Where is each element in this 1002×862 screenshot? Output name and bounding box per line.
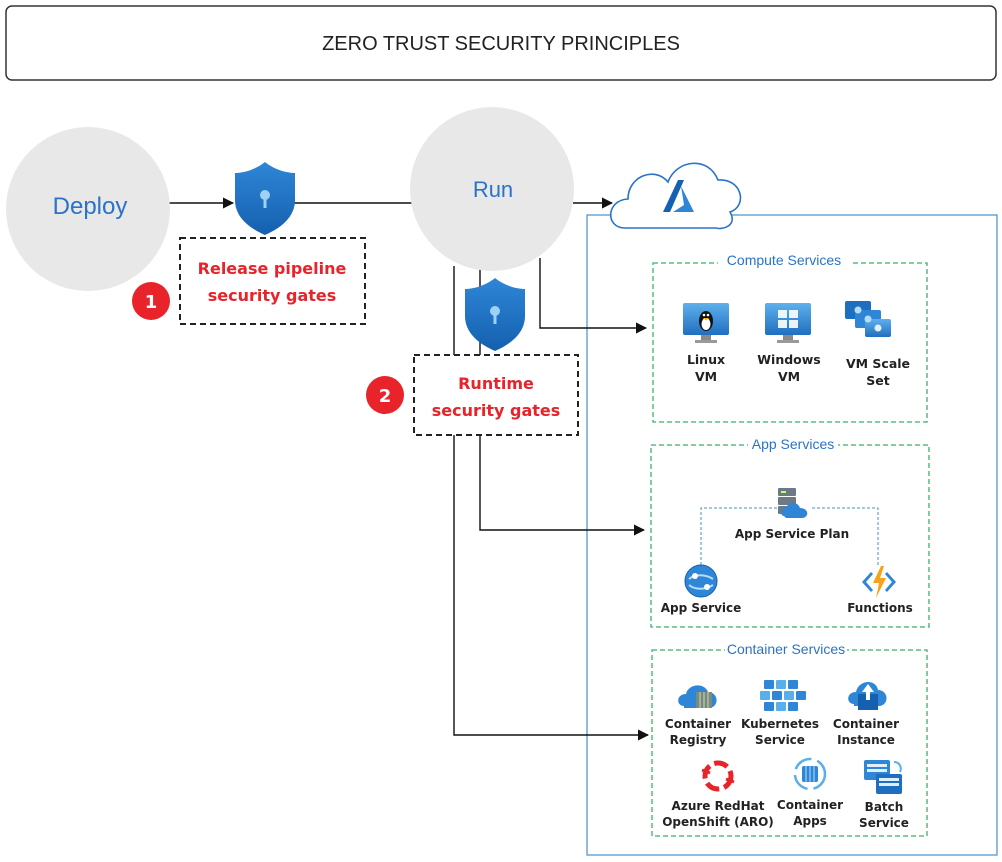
run-label: Run [473, 177, 513, 202]
aro-label-line2: OpenShift (ARO) [662, 815, 774, 829]
batch-service-label-line1: Batch [865, 800, 904, 814]
compute-services-title: Compute Services [727, 252, 841, 268]
run-node: Run [410, 107, 574, 271]
container-registry-icon [678, 685, 717, 708]
vm-scale-set-label-line2: Set [866, 373, 889, 388]
deploy-node: Deploy [6, 127, 170, 291]
runtime-gate-line2: security gates [432, 401, 561, 420]
container-apps-label-line2: Apps [793, 814, 827, 828]
app-service-plan-label: App Service Plan [735, 527, 849, 541]
container-registry-label-line1: Container [665, 717, 731, 731]
run-to-compute-arrow [539, 258, 648, 334]
release-pipeline-gate: Release pipeline security gates 1 [132, 237, 366, 325]
windows-vm-icon [765, 303, 811, 343]
aro-label-line1: Azure RedHat [672, 799, 765, 813]
app-services-title: App Services [752, 436, 834, 452]
container-instance-label-line1: Container [833, 717, 899, 731]
page-title: ZERO TRUST SECURITY PRINCIPLES [322, 33, 680, 55]
vm-scale-set-icon [845, 301, 891, 337]
app-service-plan-icon [778, 488, 808, 518]
kubernetes-service-label-line1: Kubernetes [741, 717, 819, 731]
container-services-group: Container Services Container Registry Ku… [651, 640, 928, 837]
title-box: ZERO TRUST SECURITY PRINCIPLES [5, 5, 997, 81]
app-service-icon [684, 564, 718, 598]
shield-icon [235, 162, 295, 235]
container-instance-label-line2: Instance [837, 733, 895, 747]
azure-redhat-openshift-icon [701, 760, 735, 792]
container-services-title: Container Services [727, 641, 845, 657]
kubernetes-service-icon [760, 680, 806, 711]
batch-service-label-line2: Service [859, 816, 909, 830]
functions-icon [862, 566, 896, 598]
runtime-gate: Runtime security gates 2 [366, 354, 579, 436]
kubernetes-service-label-line2: Service [755, 733, 805, 747]
batch-service-icon [864, 760, 902, 794]
container-apps-label-line1: Container [777, 798, 843, 812]
linux-vm-icon [683, 303, 729, 343]
windows-vm-label-line2: VM [778, 369, 800, 384]
step-number-1: 1 [145, 292, 158, 313]
windows-vm-label-line1: Windows [757, 352, 821, 367]
app-services-group: App Services App Service Plan App Servic… [650, 435, 930, 628]
zero-trust-diagram: ZERO TRUST SECURITY PRINCIPLES Deploy Ru… [5, 5, 998, 856]
app-service-label: App Service [661, 601, 742, 615]
container-instance-icon [848, 681, 887, 710]
vm-scale-set-label-line1: VM Scale [846, 356, 910, 371]
azure-cloud-icon [609, 162, 742, 230]
linux-vm-label-line2: VM [695, 369, 717, 384]
compute-services-group: Compute Services Linux VM Windows VM VM … [652, 250, 928, 423]
release-gate-line2: security gates [208, 286, 337, 305]
container-registry-label-line2: Registry [670, 733, 727, 747]
shield-icon [465, 278, 525, 351]
functions-label: Functions [847, 601, 913, 615]
container-apps-icon [793, 757, 827, 791]
step-number-2: 2 [379, 386, 392, 407]
runtime-gate-line1: Runtime [458, 374, 534, 393]
linux-vm-label-line1: Linux [687, 352, 725, 367]
deploy-label: Deploy [53, 193, 128, 220]
release-gate-line1: Release pipeline [198, 259, 347, 278]
